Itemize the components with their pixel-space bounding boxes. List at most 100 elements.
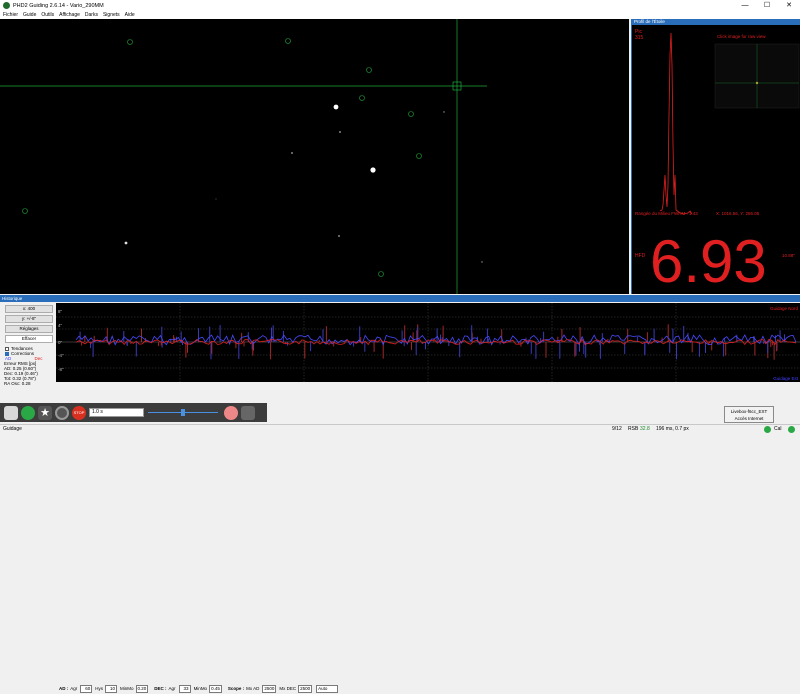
gamma-slider[interactable]	[148, 408, 218, 417]
correction-bar	[136, 342, 137, 357]
dec-minmo-input[interactable]: 0.45	[209, 685, 222, 693]
correction-bar	[211, 342, 212, 354]
correction-bar	[647, 332, 648, 342]
scope-label: Scope :	[228, 686, 244, 691]
correction-bar	[425, 342, 426, 349]
max-dec-label: Mx DEC	[279, 686, 296, 691]
stop-icon[interactable]: STOP	[72, 406, 86, 420]
network-tooltip: Livebox-f6cc_EXT Accès Internet	[724, 406, 774, 423]
candidate-stars	[23, 39, 422, 277]
menu-bar: Fichier Guide Outils Affichage Darks Sig…	[0, 11, 800, 19]
history-controls: x: 400 y: +/-8" Réglages Effacer Tendanc…	[0, 303, 55, 403]
profile-curve	[660, 33, 692, 214]
max-ra-input[interactable]: 2500	[262, 685, 276, 693]
usb-icon[interactable]	[4, 406, 18, 420]
brain-icon[interactable]	[224, 406, 238, 420]
peak-value: 315	[635, 35, 644, 41]
correction-bar	[500, 342, 501, 344]
status-mode: Guidage	[3, 426, 22, 432]
star-field[interactable]	[0, 19, 629, 294]
ra-algo-label: Agr	[70, 686, 77, 691]
correction-bar	[723, 342, 724, 356]
hys-label: Hys	[95, 686, 103, 691]
correction-bar	[699, 342, 700, 357]
correction-bar	[416, 330, 417, 342]
hfd-value: 6.93	[650, 228, 767, 293]
menu-tools[interactable]: Outils	[41, 12, 54, 18]
close-button[interactable]: ✕	[778, 0, 800, 11]
camera-image-view[interactable]	[0, 19, 629, 294]
x-scale-dropdown[interactable]: x: 400	[5, 305, 53, 313]
menu-bookmarks[interactable]: Signets	[103, 12, 120, 18]
status-guide-info: 196 ms, 0.7 px	[656, 426, 689, 432]
menu-help[interactable]: Aide	[125, 12, 135, 18]
ra-minmo-input[interactable]: 0.20	[136, 685, 149, 693]
correction-bar	[448, 342, 449, 346]
east-label: Guidage Est	[773, 376, 799, 381]
correction-bar	[583, 342, 584, 354]
history-title: Historique	[0, 295, 800, 302]
calibrated-indicator-icon	[788, 426, 795, 433]
status-bar: Guidage 9/12 RSB 32.8 196 ms, 0.7 px Cal	[0, 424, 800, 433]
loop-icon[interactable]	[21, 406, 35, 420]
max-ra-label: Mx AD	[246, 686, 259, 691]
north-label: Guidage Nord	[770, 306, 799, 311]
correction-bar	[323, 329, 324, 342]
dec-mode-select[interactable]: Auto	[316, 685, 338, 693]
y-scale-dropdown[interactable]: y: +/-8"	[5, 315, 53, 323]
correction-bar	[440, 335, 441, 342]
correction-bar	[319, 340, 320, 342]
ra-aggressiveness-input[interactable]: 60	[80, 685, 92, 693]
fwhm-text: Rangée du Milieu FWHM : 1.43	[635, 211, 698, 216]
guide-target-icon[interactable]	[55, 406, 69, 420]
correction-bar	[692, 342, 693, 352]
dec-aggressiveness-input[interactable]: 33	[179, 685, 191, 693]
guide-graph-svg: 8" 4" 0" -4" -8" Guidage Nord Guidage Es…	[56, 303, 800, 382]
correction-bar	[754, 342, 755, 356]
profile-plot: Pic 315 Click image for raw view Rangée …	[632, 25, 800, 293]
correction-bar	[580, 327, 581, 342]
status-snr-label: RSB	[628, 426, 638, 432]
menu-view[interactable]: Affichage	[59, 12, 80, 18]
correction-bar	[162, 342, 163, 348]
correction-bar	[416, 342, 417, 355]
max-dec-input[interactable]: 2500	[298, 685, 312, 693]
window-title: PHD2 Guiding 2.6.14 - Vario_290MM	[13, 3, 104, 9]
exposure-select[interactable]: 1.0 s	[89, 408, 144, 417]
y-tick: -8"	[58, 367, 64, 372]
status-frame: 9/12	[612, 426, 622, 432]
correction-bar	[459, 342, 460, 357]
hfd-arcsec: 10.88"	[782, 253, 795, 258]
correction-bar	[158, 342, 159, 346]
correction-bar	[353, 342, 354, 347]
correction-bar	[644, 342, 645, 355]
correction-bar	[772, 342, 773, 345]
tooltip-line2: Accès Internet	[725, 415, 773, 422]
auto-select-star-icon[interactable]: ★	[38, 406, 52, 420]
correction-bar	[576, 342, 577, 356]
correction-bar	[127, 342, 128, 346]
guide-graph[interactable]: 8" 4" 0" -4" -8" Guidage Nord Guidage Es…	[56, 303, 800, 382]
hysteresis-input[interactable]: 10	[105, 685, 117, 693]
menu-guide[interactable]: Guide	[23, 12, 36, 18]
clear-button[interactable]: Effacer	[5, 335, 53, 343]
maximize-button[interactable]: ☐	[756, 0, 778, 11]
menu-darks[interactable]: Darks	[85, 12, 98, 18]
correction-bar	[676, 342, 677, 359]
hfd-label: HFD	[635, 253, 646, 259]
stars	[125, 105, 483, 263]
correction-bar	[724, 338, 725, 342]
camera-settings-icon[interactable]	[241, 406, 255, 420]
minimize-button[interactable]: —	[734, 0, 756, 11]
correction-bar	[182, 342, 183, 345]
correction-bar	[776, 342, 777, 351]
correction-bar	[487, 329, 488, 343]
settings-dropdown[interactable]: Réglages	[5, 325, 53, 333]
correction-bar	[252, 342, 253, 350]
status-snr: 32.8	[640, 426, 650, 432]
correction-bar	[775, 335, 776, 342]
menu-file[interactable]: Fichier	[3, 12, 18, 18]
correction-bar	[546, 342, 547, 358]
correction-bar	[161, 342, 162, 345]
correction-bar	[198, 328, 199, 342]
